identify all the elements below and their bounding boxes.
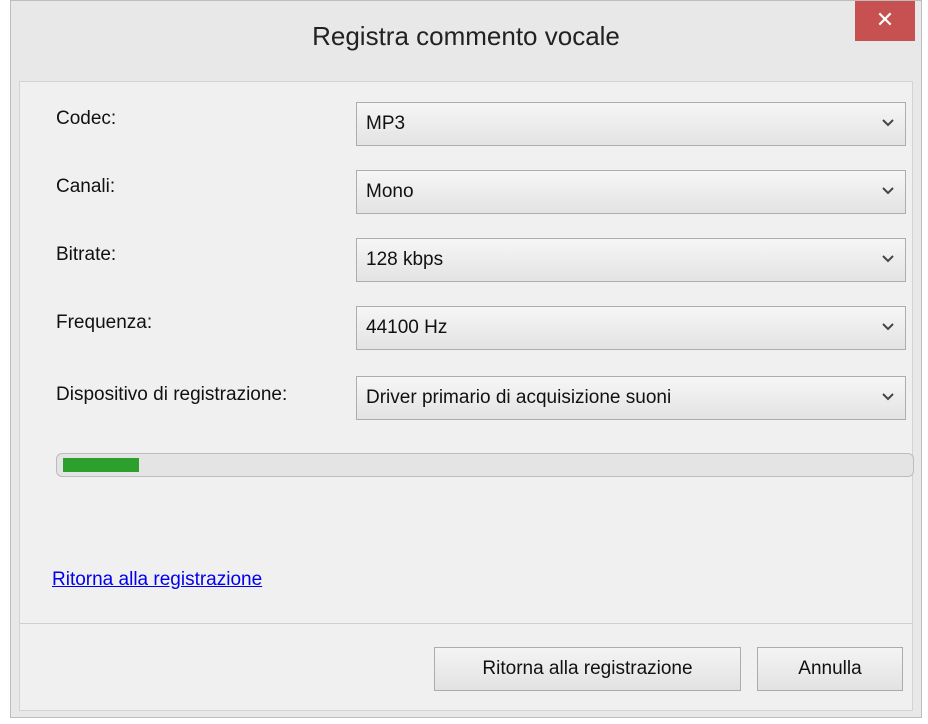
return-to-recording-link[interactable]: Ritorna alla registrazione — [52, 569, 262, 591]
bitrate-label: Bitrate: — [56, 244, 117, 265]
title-bar: Registra commento vocale ✕ — [11, 1, 921, 81]
bitrate-dropdown[interactable]: 128 kbps — [356, 238, 906, 282]
close-icon: ✕ — [875, 7, 895, 32]
codec-label: Codec: — [56, 108, 117, 129]
device-label: Dispositivo di registrazione: — [56, 384, 288, 405]
codec-dropdown[interactable]: MP3 — [356, 102, 906, 146]
dialog-title: Registra commento vocale — [312, 21, 620, 51]
chevron-down-icon — [882, 119, 894, 127]
frequency-value: 44100 Hz — [366, 317, 448, 338]
device-value: Driver primario di acquisizione suoni — [366, 387, 672, 408]
frequency-label: Frequenza: — [56, 312, 153, 333]
separator — [20, 623, 912, 624]
frequency-dropdown[interactable]: 44100 Hz — [356, 306, 906, 350]
channels-value: Mono — [366, 181, 414, 202]
chevron-down-icon — [882, 323, 894, 331]
chevron-down-icon — [882, 187, 894, 195]
level-progress-bar — [56, 453, 914, 477]
close-button[interactable]: ✕ — [855, 1, 915, 41]
progress-fill — [63, 458, 139, 472]
dialog-content: Codec: MP3 Canali: Mono Bitrate: 128 kbp… — [19, 81, 914, 711]
chevron-down-icon — [882, 255, 894, 263]
dialog-window: Registra commento vocale ✕ Codec: MP3 Ca… — [10, 0, 922, 718]
return-to-recording-button[interactable]: Ritorna alla registrazione — [434, 647, 741, 691]
cancel-button[interactable]: Annulla — [757, 647, 903, 691]
chevron-down-icon — [882, 393, 894, 401]
channels-label: Canali: — [56, 176, 116, 197]
device-dropdown[interactable]: Driver primario di acquisizione suoni — [356, 376, 906, 420]
codec-value: MP3 — [366, 113, 406, 134]
bitrate-value: 128 kbps — [366, 249, 444, 270]
channels-dropdown[interactable]: Mono — [356, 170, 906, 214]
